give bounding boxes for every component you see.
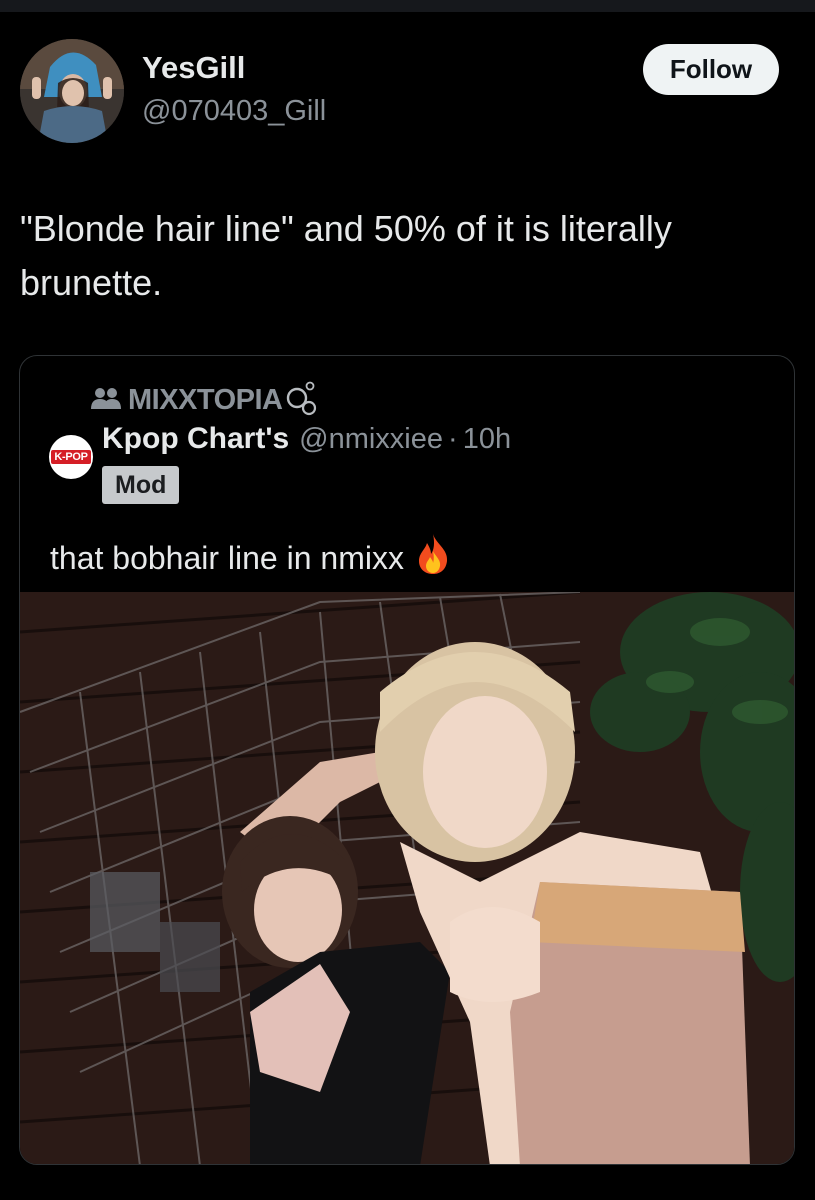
fire-icon xyxy=(416,533,450,583)
quote-author-row: Kpop Chart's @nmixxiee · 10h xyxy=(102,422,511,456)
status-bar-edge xyxy=(0,0,815,12)
separator-dot: · xyxy=(448,423,458,455)
quote-timestamp[interactable]: 10h xyxy=(463,423,511,456)
follow-button[interactable]: Follow xyxy=(643,44,779,95)
community-name[interactable]: MIXXTOPIA xyxy=(128,384,283,417)
quote-author-handle[interactable]: @nmixxiee xyxy=(299,423,443,456)
quoted-post-card[interactable]: MIXXTOPIA K-POP Kpop Chart's @nmixxiee ·… xyxy=(19,355,795,1165)
mod-badge: Mod xyxy=(102,466,180,504)
post-text: "Blonde hair line" and 50% of it is lite… xyxy=(20,208,672,303)
quote-media-image[interactable] xyxy=(20,592,794,1164)
author-handle[interactable]: @070403_Gill xyxy=(142,95,326,128)
kpop-logo: K-POP xyxy=(51,450,91,464)
quote-author-avatar[interactable]: K-POP xyxy=(49,435,93,479)
author-avatar[interactable] xyxy=(20,39,124,143)
avatar-image xyxy=(20,39,124,143)
community-people-icon xyxy=(90,386,122,415)
community-row[interactable]: MIXXTOPIA xyxy=(90,380,319,421)
quote-text-row: that bobhair line in nmixx xyxy=(50,533,450,583)
quote-text: that bobhair line in nmixx xyxy=(50,539,404,576)
photo-illustration xyxy=(20,592,794,1164)
author-name[interactable]: YesGill xyxy=(142,50,245,86)
quote-author-name[interactable]: Kpop Chart's xyxy=(102,422,289,456)
bubbles-icon xyxy=(285,380,319,421)
